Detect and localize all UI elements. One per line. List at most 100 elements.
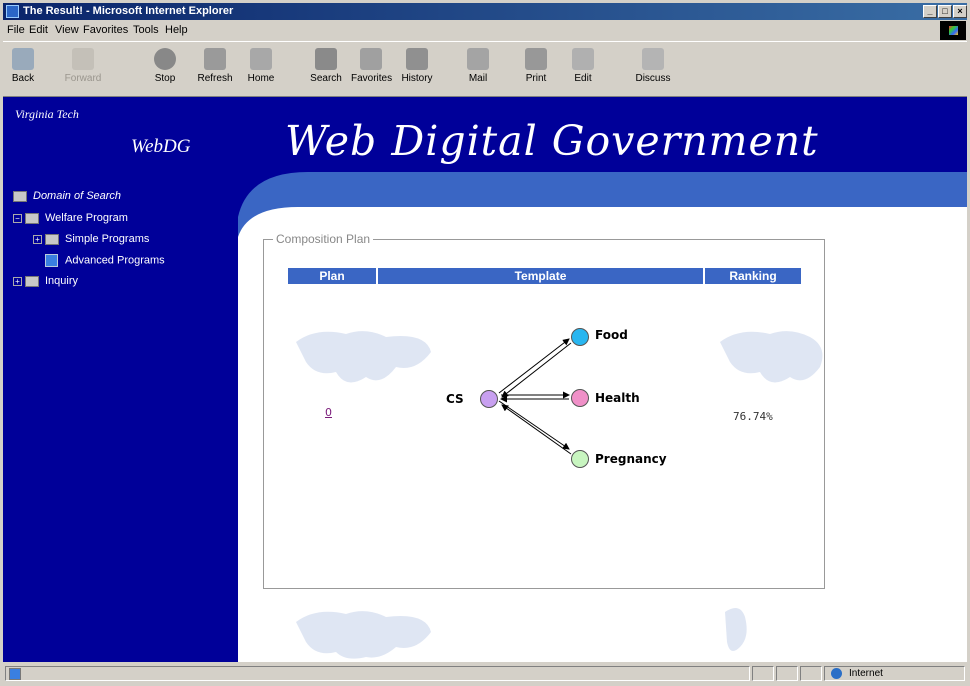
status-text-panel bbox=[5, 666, 750, 681]
favorites-icon bbox=[360, 48, 382, 70]
windows-logo-icon bbox=[940, 21, 966, 40]
stop-button[interactable]: Stop bbox=[145, 46, 185, 84]
page-status-icon bbox=[9, 668, 21, 680]
node-label-food: Food bbox=[595, 328, 628, 342]
arrow-pregnancy-to-cs bbox=[501, 404, 572, 455]
tree-label-inquiry: Inquiry bbox=[45, 275, 79, 287]
home-label: Home bbox=[247, 73, 275, 84]
arrow-cs-to-food bbox=[498, 338, 570, 394]
home-icon bbox=[250, 48, 272, 70]
folder-icon bbox=[45, 233, 59, 245]
plan-link[interactable]: 0 bbox=[325, 406, 332, 419]
arrow-food-to-cs bbox=[501, 342, 572, 398]
tree-item-inquiry[interactable]: + Inquiry bbox=[13, 275, 78, 287]
close-button[interactable]: × bbox=[953, 5, 967, 18]
stop-icon bbox=[154, 48, 176, 70]
menu-file[interactable]: File bbox=[7, 24, 25, 36]
print-label: Print bbox=[525, 73, 547, 84]
node-label-pregnancy: Pregnancy bbox=[595, 452, 667, 466]
tree-item-welfare[interactable]: − Welfare Program bbox=[13, 212, 128, 224]
composition-plan-legend: Composition Plan bbox=[273, 232, 374, 246]
edit-label: Edit bbox=[574, 73, 592, 84]
discuss-label: Discuss bbox=[635, 73, 671, 84]
menu-help[interactable]: Help bbox=[165, 24, 188, 36]
status-panel bbox=[752, 666, 774, 681]
discuss-button[interactable]: Discuss bbox=[633, 46, 673, 84]
ranking-value: 76.74% bbox=[733, 410, 773, 423]
forward-label: Forward bbox=[64, 73, 102, 84]
mail-label: Mail bbox=[468, 73, 488, 84]
node-cs bbox=[480, 390, 498, 408]
folder-open-icon bbox=[25, 212, 39, 224]
menu-bar: File Edit View Favorites Tools Help bbox=[3, 21, 967, 40]
back-button[interactable]: Back bbox=[3, 46, 43, 84]
search-icon bbox=[315, 48, 337, 70]
ie-logo-icon bbox=[6, 5, 19, 18]
page-content: Virginia Tech WebDG Web Digital Governme… bbox=[3, 97, 967, 662]
menu-edit[interactable]: Edit bbox=[29, 24, 48, 36]
status-panel bbox=[800, 666, 822, 681]
home-button[interactable]: Home bbox=[241, 46, 281, 84]
tree-label-domain: Domain of Search bbox=[33, 190, 122, 202]
webdg-logo-text: WebDG bbox=[131, 136, 191, 157]
status-panel bbox=[776, 666, 798, 681]
node-label-cs: CS bbox=[446, 392, 464, 406]
sidebar bbox=[3, 97, 238, 662]
forward-arrow-icon bbox=[72, 48, 94, 70]
expand-icon: + bbox=[33, 234, 42, 244]
folder-icon bbox=[25, 275, 39, 287]
status-bar: Internet bbox=[3, 664, 967, 683]
search-label: Search bbox=[310, 73, 342, 84]
edit-button[interactable]: Edit bbox=[563, 46, 603, 84]
refresh-icon bbox=[204, 48, 226, 70]
history-label: History bbox=[401, 73, 433, 84]
toolbar: Back Forward Stop Refresh Home Search Fa… bbox=[3, 41, 967, 97]
favorites-button[interactable]: Favorites bbox=[351, 46, 393, 84]
history-icon bbox=[406, 48, 428, 70]
node-food bbox=[571, 328, 589, 346]
column-header-plan: Plan bbox=[288, 268, 376, 284]
menu-view[interactable]: View bbox=[55, 24, 79, 36]
world-map-watermark bbox=[725, 608, 747, 651]
back-arrow-icon bbox=[12, 48, 34, 70]
node-pregnancy bbox=[571, 450, 589, 468]
refresh-button[interactable]: Refresh bbox=[195, 46, 235, 84]
favorites-label: Favorites bbox=[351, 73, 393, 84]
menu-favorites[interactable]: Favorites bbox=[83, 24, 128, 36]
stop-label: Stop bbox=[154, 73, 176, 84]
refresh-label: Refresh bbox=[197, 73, 233, 84]
discuss-icon bbox=[642, 48, 664, 70]
menu-tools[interactable]: Tools bbox=[133, 24, 159, 36]
maximize-button[interactable]: □ bbox=[938, 5, 952, 18]
search-button[interactable]: Search bbox=[306, 46, 346, 84]
minimize-button[interactable]: _ bbox=[923, 5, 937, 18]
tree-label-simple: Simple Programs bbox=[65, 233, 150, 245]
collapse-icon: − bbox=[13, 213, 22, 223]
print-button[interactable]: Print bbox=[516, 46, 556, 84]
back-label: Back bbox=[11, 73, 35, 84]
globe-icon bbox=[831, 668, 842, 679]
window-title: The Result! - Microsoft Internet Explore… bbox=[23, 5, 234, 17]
folder-open-icon bbox=[13, 190, 27, 202]
tree-item-simple[interactable]: + Simple Programs bbox=[33, 233, 149, 245]
arrow-cs-to-pregnancy bbox=[498, 400, 570, 450]
tree-label-advanced: Advanced Programs bbox=[65, 254, 165, 267]
tree-item-advanced[interactable]: Advanced Programs bbox=[45, 254, 165, 267]
zone-panel: Internet bbox=[824, 666, 965, 681]
mail-icon bbox=[467, 48, 489, 70]
column-header-ranking: Ranking bbox=[705, 268, 801, 284]
page-icon bbox=[45, 254, 58, 267]
world-map-watermark bbox=[296, 611, 431, 659]
forward-button[interactable]: Forward bbox=[63, 46, 103, 84]
tree-label-welfare: Welfare Program bbox=[45, 212, 128, 224]
node-health bbox=[571, 389, 589, 407]
expand-icon: + bbox=[13, 276, 22, 286]
history-button[interactable]: History bbox=[397, 46, 437, 84]
column-header-template: Template bbox=[378, 268, 703, 284]
title-bar: The Result! - Microsoft Internet Explore… bbox=[3, 3, 967, 20]
node-label-health: Health bbox=[595, 391, 640, 405]
tree-item-domain[interactable]: Domain of Search bbox=[13, 190, 121, 202]
org-name: Virginia Tech bbox=[15, 107, 79, 121]
mail-button[interactable]: Mail bbox=[458, 46, 498, 84]
page-title: Web Digital Government bbox=[285, 117, 819, 165]
